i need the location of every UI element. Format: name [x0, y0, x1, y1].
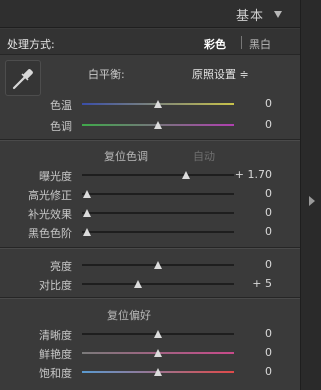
slider-value-blacks[interactable]: 0 [265, 225, 272, 238]
slider-label-blacks: 黑色色阶 [28, 227, 72, 240]
slider-row-clarity: 清晰度 0 [0, 327, 300, 342]
clarity-thumb[interactable] [154, 330, 162, 338]
slider-row-temp: 色温 0 [0, 97, 300, 112]
slider-label-recovery: 高光修正 [28, 189, 72, 202]
slider-label-temp: 色温 [50, 99, 72, 112]
fill-thumb[interactable] [83, 209, 91, 217]
blacks-thumb[interactable] [83, 228, 91, 236]
white-balance-dropdown[interactable]: 原照设置 ≑ [192, 66, 249, 82]
slider-row-fill: 补光效果 0 [0, 206, 300, 221]
reset-tone-link[interactable]: 复位色调 [104, 148, 148, 164]
temp-thumb[interactable] [154, 100, 162, 108]
white-balance-label: 白平衡: [88, 68, 125, 81]
saturation-thumb[interactable] [154, 368, 162, 376]
reset-presence-link[interactable]: 复位偏好 [107, 307, 151, 323]
slider-row-tint: 色调 0 [0, 118, 300, 133]
slider-row-exposure: 曝光度 + 1.70 [0, 168, 300, 183]
slider-label-fill: 补光效果 [28, 208, 72, 221]
recovery-track[interactable] [82, 193, 234, 195]
slider-label-clarity: 清晰度 [39, 329, 72, 342]
slider-label-vibrance: 鲜艳度 [39, 348, 72, 361]
slider-value-exposure[interactable]: + 1.70 [235, 168, 272, 181]
section-divider-highlight [0, 298, 300, 299]
slider-row-contrast: 对比度 + 5 [0, 277, 300, 292]
white-balance-eyedropper[interactable] [5, 60, 41, 96]
slider-value-recovery[interactable]: 0 [265, 187, 272, 200]
slider-row-recovery: 高光修正 0 [0, 187, 300, 202]
treatment-separator [241, 36, 242, 49]
slider-label-contrast: 对比度 [39, 279, 72, 292]
slider-row-blacks: 黑色色阶 0 [0, 225, 300, 240]
panel-header[interactable]: 基本 [0, 0, 300, 28]
slider-label-tint: 色调 [50, 120, 72, 133]
right-panel-toggle[interactable] [300, 0, 321, 390]
section-divider-highlight [0, 140, 300, 141]
fill-track[interactable] [82, 212, 234, 214]
treatment-row: 处理方式: 彩色 黑白 [0, 29, 300, 55]
brightness-thumb[interactable] [154, 261, 162, 269]
exposure-thumb[interactable] [182, 171, 190, 179]
basic-panel: 基本 处理方式: 彩色 黑白 白平衡: 原照设置 ≑ 色温 0 色调 0 复位色… [0, 0, 300, 390]
slider-value-fill[interactable]: 0 [265, 206, 272, 219]
expand-right-arrow-icon[interactable] [309, 196, 315, 206]
slider-value-brightness[interactable]: 0 [265, 258, 272, 271]
slider-row-saturation: 饱和度 0 [0, 365, 300, 380]
eyedropper-icon [12, 69, 33, 90]
vibrance-thumb[interactable] [154, 349, 162, 357]
slider-row-vibrance: 鲜艳度 0 [0, 346, 300, 361]
slider-label-brightness: 亮度 [50, 260, 72, 273]
panel-title: 基本 [235, 9, 264, 24]
slider-label-saturation: 饱和度 [39, 367, 72, 380]
slider-value-saturation[interactable]: 0 [265, 365, 272, 378]
collapse-triangle-icon[interactable] [274, 11, 282, 18]
treatment-bw-button[interactable]: 黑白 [249, 36, 271, 52]
section-divider-highlight [0, 248, 300, 249]
slider-value-vibrance[interactable]: 0 [265, 346, 272, 359]
slider-label-exposure: 曝光度 [39, 170, 72, 183]
slider-value-contrast[interactable]: + 5 [252, 277, 272, 290]
contrast-thumb[interactable] [134, 280, 142, 288]
blacks-track[interactable] [82, 231, 234, 233]
treatment-label: 处理方式: [7, 38, 55, 51]
slider-value-clarity[interactable]: 0 [265, 327, 272, 340]
treatment-color-button[interactable]: 彩色 [204, 36, 226, 52]
slider-value-temp[interactable]: 0 [265, 97, 272, 110]
slider-row-brightness: 亮度 0 [0, 258, 300, 273]
slider-value-tint[interactable]: 0 [265, 118, 272, 131]
auto-tone-button[interactable]: 自动 [193, 148, 215, 164]
tint-thumb[interactable] [154, 121, 162, 129]
exposure-track[interactable] [82, 174, 234, 176]
recovery-thumb[interactable] [83, 190, 91, 198]
contrast-track[interactable] [82, 283, 234, 285]
